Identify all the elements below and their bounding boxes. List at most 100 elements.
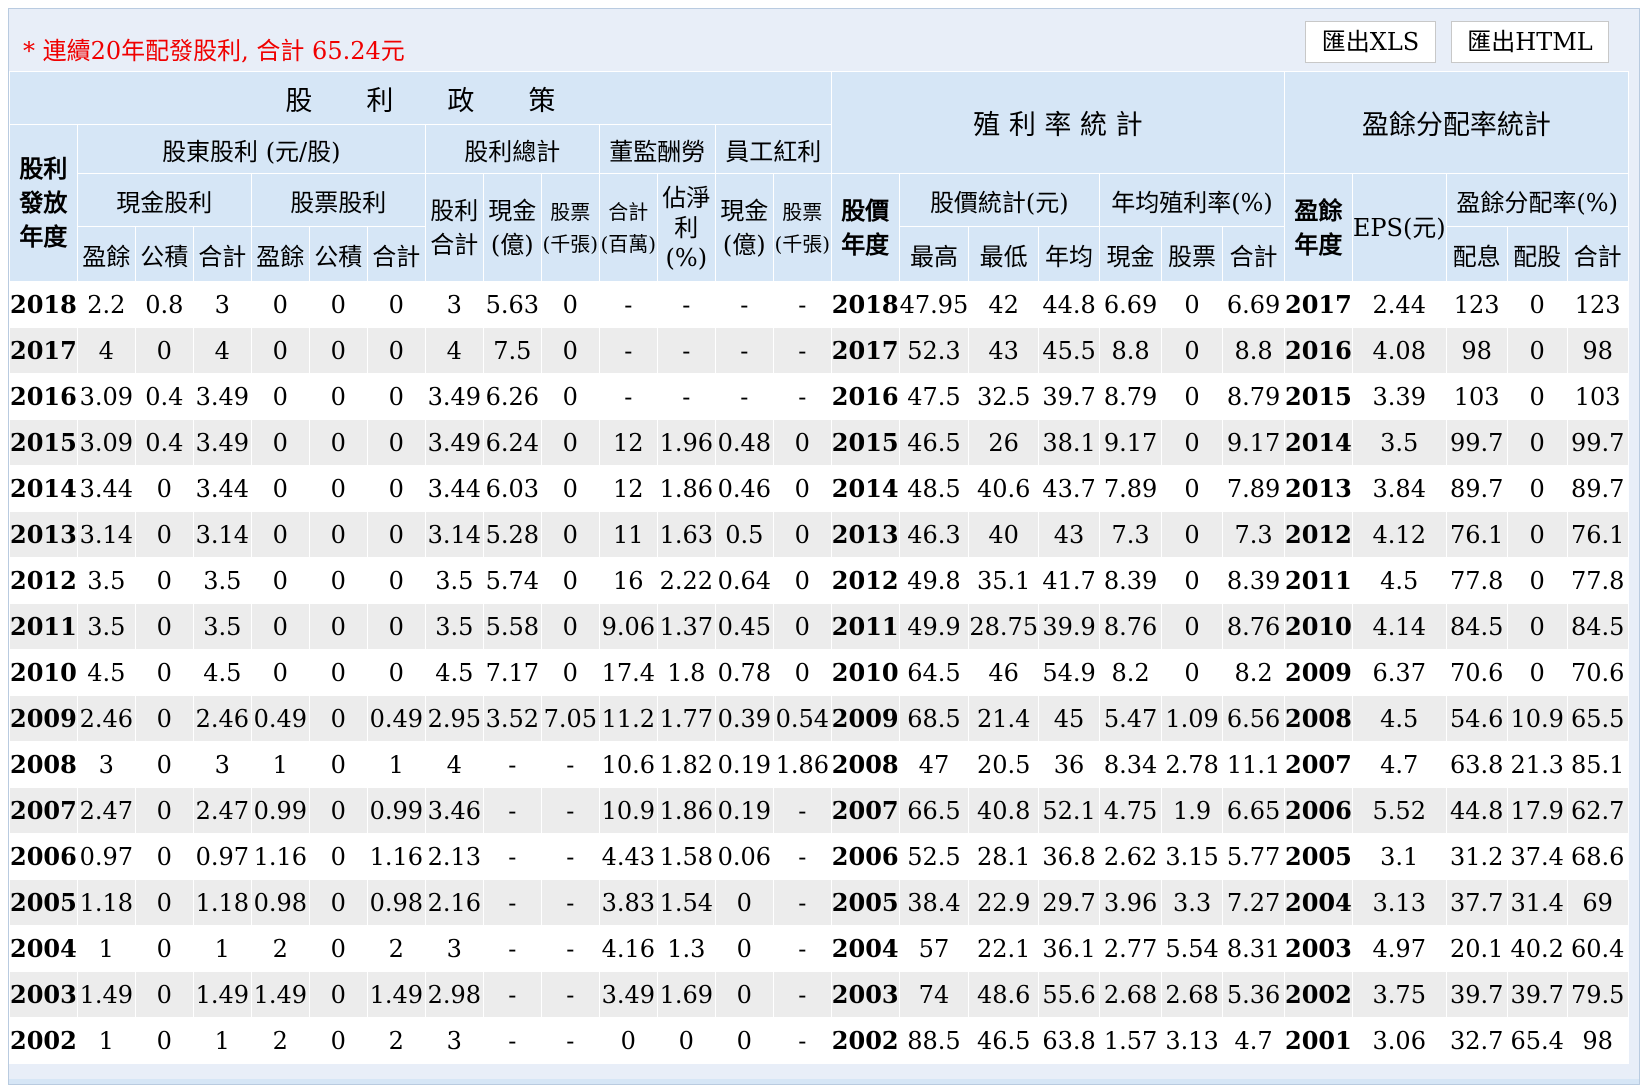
table-cell: - bbox=[482, 1017, 542, 1064]
table-cell: 0 bbox=[540, 649, 600, 696]
table-cell: 2006 bbox=[830, 833, 900, 880]
table-cell: 2.47 bbox=[192, 787, 252, 834]
table-cell: 2017 bbox=[830, 327, 900, 374]
header-cash-total: 合計 bbox=[192, 226, 252, 282]
table-cell: 7.3 bbox=[1222, 511, 1286, 558]
table-cell: 4.75 bbox=[1099, 787, 1163, 834]
table-cell: - bbox=[772, 971, 832, 1018]
header-dividend-sum: 股利合計 bbox=[424, 173, 484, 282]
header-yield-stock: 股票 bbox=[1161, 226, 1224, 282]
table-cell: 4.14 bbox=[1351, 603, 1447, 650]
table-cell: 1.49 bbox=[192, 971, 252, 1018]
table-cell: 99.7 bbox=[1566, 419, 1629, 466]
table-cell: 0 bbox=[1506, 557, 1568, 604]
table-cell: 1.63 bbox=[656, 511, 716, 558]
table-cell: 3.14 bbox=[76, 511, 136, 558]
table-cell: - bbox=[598, 373, 658, 420]
table-cell: 0 bbox=[308, 1017, 368, 1064]
table-cell: 70.6 bbox=[1566, 649, 1629, 696]
table-cell: 2001 bbox=[1284, 1017, 1353, 1064]
table-cell: 2003 bbox=[830, 971, 900, 1018]
table-cell: 4 bbox=[424, 327, 484, 374]
table-cell: 44.8 bbox=[1445, 787, 1508, 834]
table-cell: 2008 bbox=[1284, 695, 1353, 742]
table-cell: 7.89 bbox=[1222, 465, 1286, 512]
table-cell: 0.97 bbox=[192, 833, 252, 880]
table-cell: 2011 bbox=[1284, 557, 1353, 604]
table-row: 2005 1.18 0 1.18 0.98 0 0.98 2.16- -3.83 1.54 0-20… bbox=[9, 879, 1629, 926]
header-price-stats: 股價統計(元) bbox=[898, 173, 1101, 227]
table-cell: 43 bbox=[1038, 511, 1101, 558]
table-cell: 74 bbox=[898, 971, 970, 1018]
table-cell: 38.4 bbox=[898, 879, 970, 926]
table-cell: 1.86 bbox=[656, 787, 716, 834]
dividend-summary-note: * 連續20年配發股利, 合計 65.24元 bbox=[23, 37, 405, 65]
table-cell: 0 bbox=[308, 879, 368, 926]
table-cell: 2015 bbox=[9, 419, 78, 466]
table-cell: 0 bbox=[250, 327, 310, 374]
table-cell: 2005 bbox=[830, 879, 900, 926]
table-cell: 47.95 bbox=[898, 281, 970, 328]
header-emp-cash: 現金(億) bbox=[714, 173, 774, 282]
table-cell: 65.4 bbox=[1506, 1017, 1568, 1064]
table-cell: 48.5 bbox=[898, 465, 970, 512]
table-cell: 1.57 bbox=[1099, 1017, 1163, 1064]
table-cell: 0 bbox=[134, 695, 194, 742]
table-cell: - bbox=[540, 1017, 600, 1064]
export-html-button[interactable]: 匯出HTML bbox=[1451, 21, 1609, 63]
table-cell: 0 bbox=[540, 373, 600, 420]
table-cell: 0.19 bbox=[714, 741, 774, 788]
table-cell: 3.5 bbox=[76, 557, 136, 604]
table-cell: 5.36 bbox=[1222, 971, 1286, 1018]
table-cell: 98 bbox=[1566, 327, 1629, 374]
table-cell: 3.15 bbox=[1161, 833, 1224, 880]
table-cell: - bbox=[482, 971, 542, 1018]
table-cell: 7.3 bbox=[1099, 511, 1163, 558]
table-cell: 79.5 bbox=[1566, 971, 1629, 1018]
table-cell: 0.06 bbox=[714, 833, 774, 880]
table-cell: 0 bbox=[308, 925, 368, 972]
header-shareholder-dividend: 股東股利 (元/股) bbox=[76, 124, 426, 174]
table-row: 2018 2.2 0.8 3 0 0 0 3 5.63 0- - - -2018 47.95 42 44.8 6… bbox=[9, 281, 1629, 328]
table-cell: 1.82 bbox=[656, 741, 716, 788]
table-cell: 0 bbox=[308, 833, 368, 880]
export-xls-button[interactable]: 匯出XLS bbox=[1305, 21, 1436, 63]
table-cell: 0 bbox=[1506, 465, 1568, 512]
table-cell: 2010 bbox=[830, 649, 900, 696]
table-cell: 0 bbox=[1161, 327, 1224, 374]
table-cell: 26 bbox=[968, 419, 1040, 466]
table-cell: 3.49 bbox=[192, 419, 252, 466]
table-cell: 5.28 bbox=[482, 511, 542, 558]
table-cell: 2.95 bbox=[424, 695, 484, 742]
table-cell: 77.8 bbox=[1445, 557, 1508, 604]
table-cell: 5.63 bbox=[482, 281, 542, 328]
table-cell: 84.5 bbox=[1566, 603, 1629, 650]
table-cell: 0.98 bbox=[366, 879, 426, 926]
dividend-table-body: 2018 2.2 0.8 3 0 0 0 3 5.63 0- - - -2018 47.95 42 44.8 6… bbox=[9, 281, 1629, 1064]
table-cell: 2016 bbox=[830, 373, 900, 420]
table-cell: 3 bbox=[424, 925, 484, 972]
table-cell: 8.76 bbox=[1099, 603, 1163, 650]
table-cell: 3.96 bbox=[1099, 879, 1163, 926]
table-cell: 55.6 bbox=[1038, 971, 1101, 1018]
table-cell: 39.9 bbox=[1038, 603, 1101, 650]
table-cell: 3.49 bbox=[598, 971, 658, 1018]
table-cell: 44.8 bbox=[1038, 281, 1101, 328]
table-cell: 0.49 bbox=[366, 695, 426, 742]
table-cell: 0 bbox=[714, 1017, 774, 1064]
table-cell: 0 bbox=[772, 465, 832, 512]
table-cell: 39.7 bbox=[1445, 971, 1508, 1018]
table-cell: - bbox=[482, 787, 542, 834]
table-cell: 10.9 bbox=[598, 787, 658, 834]
table-cell: 47 bbox=[898, 741, 970, 788]
table-cell: 46.5 bbox=[968, 1017, 1040, 1064]
table-cell: 0.45 bbox=[714, 603, 774, 650]
table-cell: 0 bbox=[1161, 511, 1224, 558]
table-cell: 8.39 bbox=[1099, 557, 1163, 604]
table-cell: 8.31 bbox=[1222, 925, 1286, 972]
table-cell: 8.34 bbox=[1099, 741, 1163, 788]
table-cell: 2017 bbox=[9, 327, 78, 374]
table-cell: - bbox=[656, 281, 716, 328]
table-cell: 6.69 bbox=[1099, 281, 1163, 328]
header-dividend-policy: 股 利 政 策 bbox=[9, 71, 832, 125]
